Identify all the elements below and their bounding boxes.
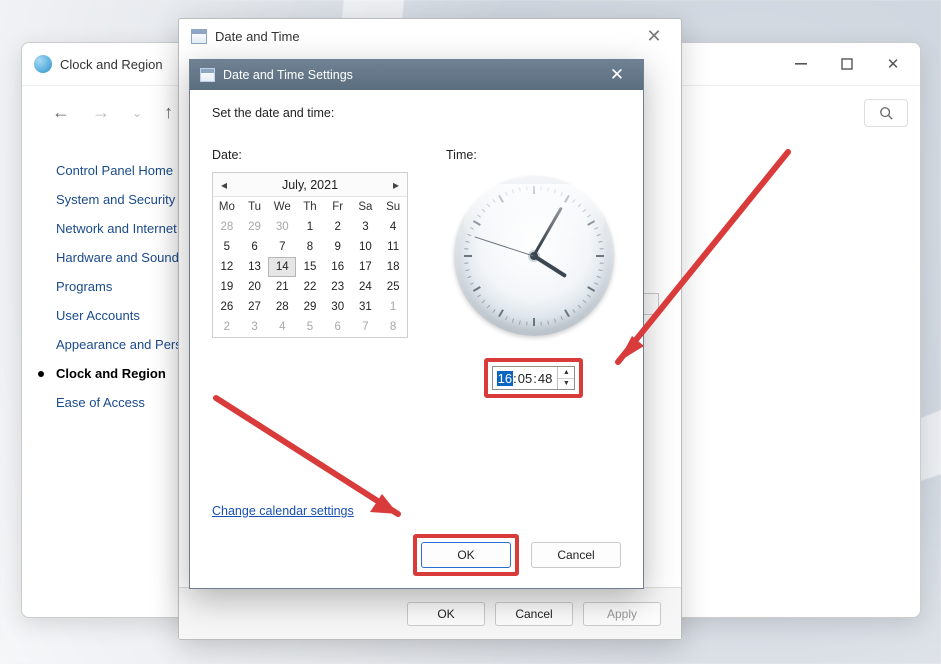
hour-segment[interactable]: 16 [497, 371, 513, 386]
instruction-label: Set the date and time: [212, 106, 621, 120]
cp-title: Clock and Region [60, 57, 163, 72]
time-spinner[interactable]: ▲ ▼ [557, 367, 574, 389]
clock-hand-m [532, 207, 563, 257]
next-month-button[interactable]: ▸ [391, 180, 401, 190]
calendar-day[interactable]: 5 [213, 237, 241, 257]
calendar-day[interactable]: 12 [213, 257, 241, 277]
calendar-day[interactable]: 5 [296, 317, 324, 337]
calendar-day[interactable]: 2 [213, 317, 241, 337]
apply-button[interactable]: Apply [583, 602, 661, 626]
calendar-day[interactable]: 8 [296, 237, 324, 257]
calendar-day[interactable]: 13 [241, 257, 269, 277]
calendar-day[interactable]: 1 [296, 217, 324, 237]
calendar[interactable]: ◂ July, 2021 ▸ MoTuWeThFrSaSu 2829301234… [212, 172, 408, 338]
dt-footer: OK Cancel Apply [179, 587, 681, 639]
clock-hand-h [532, 254, 566, 278]
calendar-day[interactable]: 15 [296, 257, 324, 277]
dts-footer: OK Cancel [212, 534, 621, 576]
calendar-dow: Th [296, 197, 324, 217]
analog-clock [454, 176, 614, 336]
cancel-button[interactable]: Cancel [531, 542, 621, 568]
calendar-day[interactable]: 8 [379, 317, 407, 337]
calendar-day[interactable]: 4 [268, 317, 296, 337]
calendar-day[interactable]: 25 [379, 277, 407, 297]
calendar-day[interactable]: 23 [324, 277, 352, 297]
calendar-day[interactable]: 21 [268, 277, 296, 297]
calendar-day[interactable]: 18 [379, 257, 407, 277]
date-time-settings-dialog: Date and Time Settings ✕ Set the date an… [189, 59, 644, 589]
minimize-button[interactable] [778, 49, 824, 79]
spin-up-button[interactable]: ▲ [558, 367, 574, 379]
calendar-day[interactable]: 1 [379, 297, 407, 317]
calendar-day[interactable]: 31 [352, 297, 380, 317]
calendar-day[interactable]: 7 [268, 237, 296, 257]
maximize-button[interactable] [824, 49, 870, 79]
ok-button-highlight: OK [413, 534, 519, 576]
search-box[interactable] [864, 99, 908, 127]
calendar-day[interactable]: 24 [352, 277, 380, 297]
forward-button[interactable]: → [92, 102, 110, 123]
calendar-dow: Mo [213, 197, 241, 217]
dts-title: Date and Time Settings [223, 68, 353, 82]
close-button[interactable]: ✕ [635, 24, 673, 48]
calendar-day[interactable]: 27 [241, 297, 269, 317]
up-button[interactable]: ↑ [164, 102, 173, 123]
ok-button[interactable]: OK [407, 602, 485, 626]
calendar-icon [200, 68, 215, 82]
calendar-day[interactable]: 7 [352, 317, 380, 337]
calendar-day[interactable]: 30 [324, 297, 352, 317]
recent-dropdown[interactable]: ⌄ [132, 106, 142, 120]
dt-titlebar[interactable]: Date and Time ✕ [179, 19, 681, 53]
calendar-day[interactable]: 4 [379, 217, 407, 237]
back-button[interactable]: ← [52, 102, 70, 123]
date-label: Date: [212, 148, 412, 162]
spin-down-button[interactable]: ▼ [558, 379, 574, 390]
calendar-dow: Sa [352, 197, 380, 217]
calendar-dow: Tu [241, 197, 269, 217]
calendar-day[interactable]: 22 [296, 277, 324, 297]
calendar-icon [191, 29, 207, 44]
calendar-day[interactable]: 6 [241, 237, 269, 257]
calendar-day[interactable]: 3 [352, 217, 380, 237]
change-calendar-settings-link[interactable]: Change calendar settings [212, 504, 621, 518]
calendar-day[interactable]: 29 [241, 217, 269, 237]
search-icon [879, 106, 893, 120]
calendar-day[interactable]: 3 [241, 317, 269, 337]
cancel-button[interactable]: Cancel [495, 602, 573, 626]
calendar-day[interactable]: 16 [324, 257, 352, 277]
clock-hand-s [474, 236, 533, 256]
calendar-day[interactable]: 9 [324, 237, 352, 257]
calendar-day[interactable]: 6 [324, 317, 352, 337]
prev-month-button[interactable]: ◂ [219, 180, 229, 190]
calendar-day[interactable]: 10 [352, 237, 380, 257]
control-panel-icon [34, 55, 52, 73]
calendar-day[interactable]: 28 [213, 217, 241, 237]
time-value[interactable]: 16:05:48 [493, 367, 558, 389]
dts-titlebar[interactable]: Date and Time Settings ✕ [190, 60, 643, 90]
calendar-day[interactable]: 14 [268, 257, 296, 277]
ok-button[interactable]: OK [421, 542, 511, 568]
close-button[interactable]: ✕ [870, 49, 916, 79]
time-input-highlight: 16:05:48 ▲ ▼ [484, 358, 584, 398]
calendar-day[interactable]: 20 [241, 277, 269, 297]
calendar-day[interactable]: 17 [352, 257, 380, 277]
minute-segment[interactable]: 05 [517, 371, 533, 386]
calendar-day[interactable]: 30 [268, 217, 296, 237]
second-segment[interactable]: 48 [537, 371, 553, 386]
dt-title: Date and Time [215, 29, 300, 44]
time-label: Time: [446, 148, 477, 162]
calendar-day[interactable]: 19 [213, 277, 241, 297]
calendar-dow: Su [379, 197, 407, 217]
close-button[interactable]: ✕ [597, 64, 637, 86]
calendar-dow: We [268, 197, 296, 217]
month-label[interactable]: July, 2021 [282, 178, 338, 192]
time-input[interactable]: 16:05:48 ▲ ▼ [492, 366, 576, 390]
calendar-day[interactable]: 28 [268, 297, 296, 317]
calendar-day[interactable]: 26 [213, 297, 241, 317]
calendar-dow: Fr [324, 197, 352, 217]
calendar-day[interactable]: 29 [296, 297, 324, 317]
calendar-day[interactable]: 11 [379, 237, 407, 257]
calendar-day[interactable]: 2 [324, 217, 352, 237]
